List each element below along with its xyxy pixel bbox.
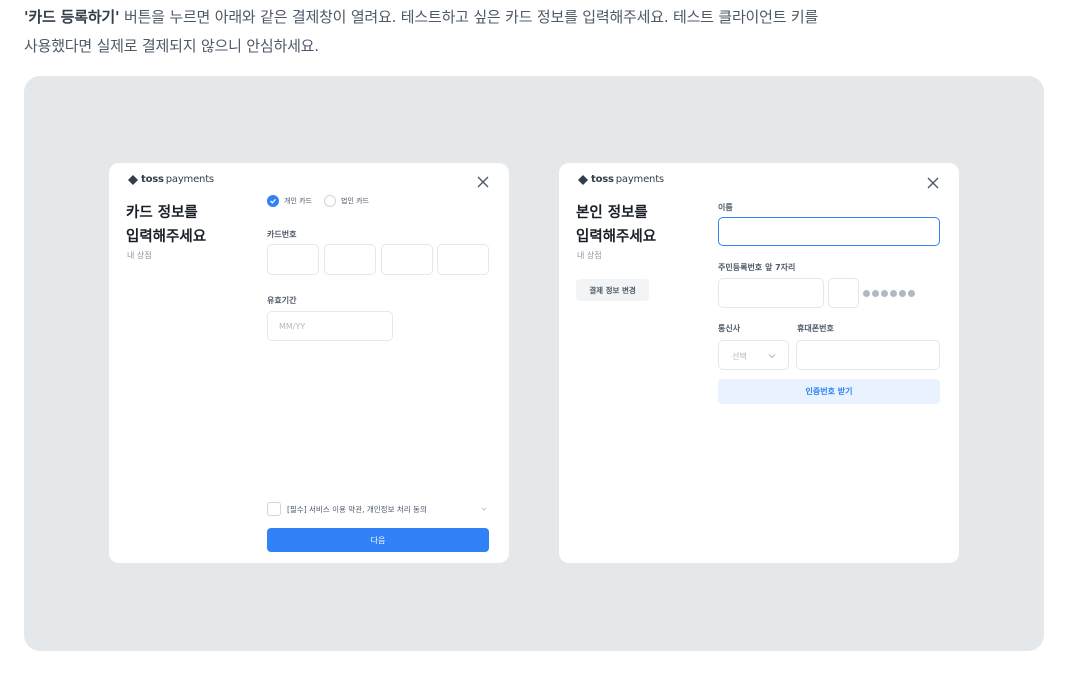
title-line1: 본인 정보를 bbox=[576, 205, 648, 221]
carrier-select[interactable]: 선택 bbox=[718, 340, 789, 370]
toss-logo-icon bbox=[128, 174, 138, 185]
terms-checkbox[interactable] bbox=[267, 502, 281, 516]
rrn-label: 주민등록번호 앞 7자리 bbox=[718, 263, 796, 272]
brand-suffix: payments bbox=[165, 174, 214, 185]
next-button[interactable]: 다음 bbox=[267, 528, 489, 552]
radio-corporate-card[interactable] bbox=[324, 195, 336, 207]
brand-name: toss bbox=[141, 174, 164, 185]
title-line1: 카드 정보를 bbox=[126, 205, 198, 221]
title-line2: 입력해주세요 bbox=[576, 229, 657, 245]
rrn-front-input[interactable] bbox=[718, 278, 824, 308]
toss-payments-logo: toss payments bbox=[578, 174, 664, 185]
brand-suffix: payments bbox=[615, 174, 664, 185]
name-label: 이름 bbox=[718, 203, 733, 212]
change-payment-info-button[interactable]: 결제 정보 변경 bbox=[576, 279, 649, 301]
carrier-select-value: 선택 bbox=[732, 352, 747, 361]
toss-payments-logo: toss payments bbox=[128, 174, 214, 185]
get-verification-code-button[interactable]: 인증번호 받기 bbox=[718, 379, 940, 404]
page-title: 본인 정보를 입력해주세요 bbox=[576, 201, 656, 249]
phone-input[interactable] bbox=[796, 340, 940, 370]
radio-corporate-label: 법인 카드 bbox=[341, 197, 369, 205]
intro-text: '카드 등록하기' 버튼을 누르면 아래와 같은 결제창이 열려요. 테스트하고… bbox=[24, 3, 1054, 61]
card-number-field-2[interactable] bbox=[324, 244, 376, 275]
identity-info-modal: toss payments 본인 정보를 입력해주세요 내 상점 결제 정보 변경… bbox=[559, 163, 959, 563]
rrn-gender-digit-input[interactable] bbox=[828, 278, 859, 308]
radio-personal-card[interactable] bbox=[267, 195, 279, 207]
brand-name: toss bbox=[591, 174, 614, 185]
close-icon[interactable] bbox=[476, 175, 490, 189]
page-title: 카드 정보를 입력해주세요 bbox=[126, 201, 206, 249]
expiry-input[interactable]: MM/YY bbox=[267, 311, 393, 341]
card-number-field-1[interactable] bbox=[267, 244, 319, 275]
store-name: 내 상점 bbox=[577, 251, 602, 260]
chevron-down-icon[interactable] bbox=[481, 506, 487, 512]
terms-label[interactable]: [필수] 서비스 이용 약관, 개인정보 처리 동의 bbox=[287, 504, 427, 515]
check-icon bbox=[270, 198, 276, 204]
card-number-field-3[interactable] bbox=[381, 244, 433, 275]
store-name: 내 상점 bbox=[127, 251, 152, 260]
screenshot-panel: toss payments 카드 정보를 입력해주세요 내 상점 개인 카드 법인… bbox=[24, 76, 1044, 651]
carrier-label: 통신사 bbox=[718, 324, 741, 333]
intro-bold: '카드 등록하기' bbox=[24, 8, 120, 26]
close-icon[interactable] bbox=[926, 176, 940, 190]
title-line2: 입력해주세요 bbox=[126, 229, 207, 245]
expiry-placeholder: MM/YY bbox=[279, 322, 306, 331]
card-number-label: 카드번호 bbox=[267, 230, 297, 239]
name-input[interactable] bbox=[718, 217, 940, 246]
radio-personal-label: 개인 카드 bbox=[284, 197, 312, 205]
intro-line1: 버튼을 누르면 아래와 같은 결제창이 열려요. 테스트하고 싶은 카드 정보를… bbox=[119, 8, 819, 26]
intro-line2: 사용했다면 실제로 결제되지 않으니 안심하세요. bbox=[24, 37, 319, 55]
expiry-label: 유효기간 bbox=[267, 296, 297, 305]
card-type-radio-group: 개인 카드 법인 카드 bbox=[267, 195, 369, 207]
chevron-down-icon bbox=[768, 354, 776, 359]
card-info-modal: toss payments 카드 정보를 입력해주세요 내 상점 개인 카드 법인… bbox=[109, 163, 509, 563]
phone-label: 휴대폰번호 bbox=[797, 324, 834, 333]
toss-logo-icon bbox=[578, 174, 588, 185]
card-number-field-4[interactable] bbox=[437, 244, 489, 275]
rrn-masked-dots bbox=[863, 290, 917, 297]
